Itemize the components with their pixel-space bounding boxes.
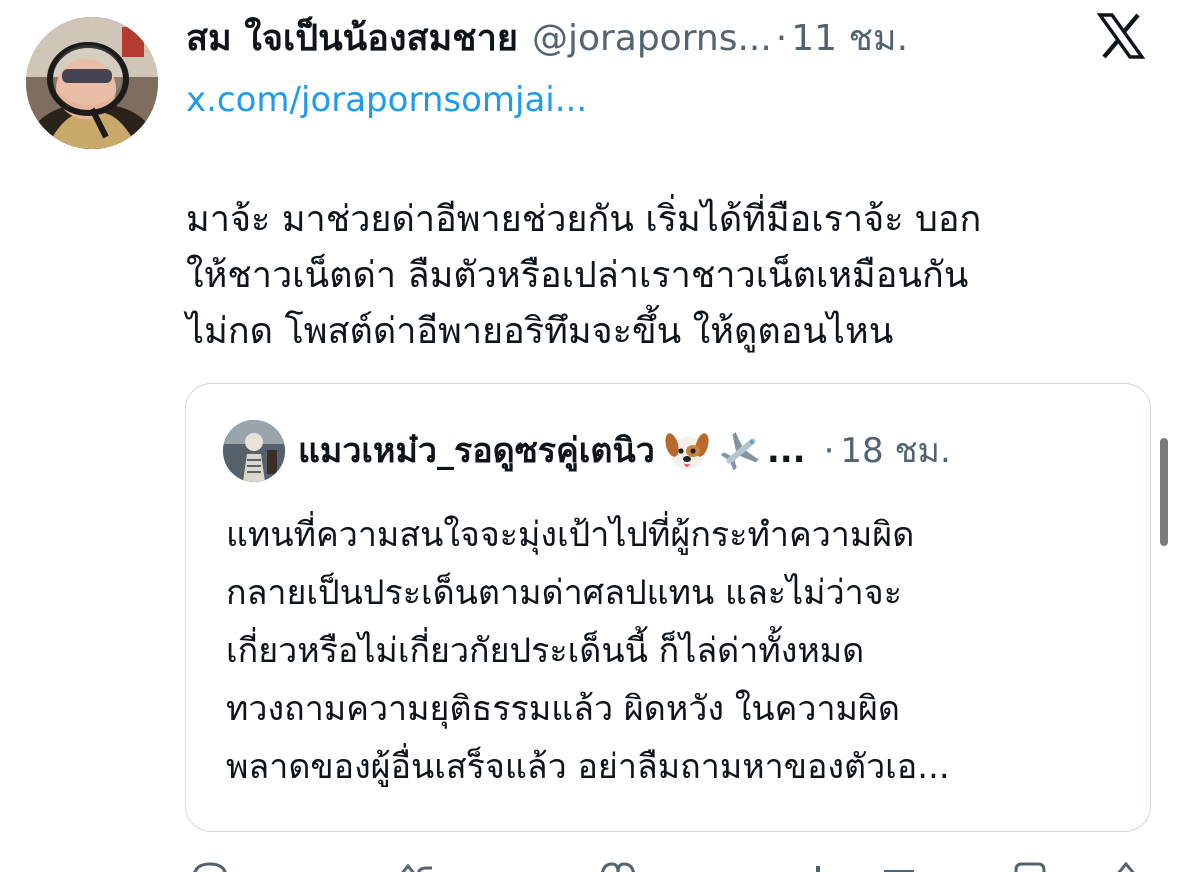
quoted-text-line: ทวงถามความยุติธรรมแล้ว ผิดหวัง ในความผิด [226, 689, 900, 729]
tweet-text-line: ให้ชาวเน็ตด่า ลืมตัวหรือเปล่าเราชาวเน็ตเ… [186, 255, 969, 296]
author-avatar[interactable] [26, 17, 158, 149]
quoted-author-display-name[interactable]: แมวเหม๋ว_รอดูซรคู่เตนิว [298, 426, 655, 476]
quoted-text-line: เกี่ยวหรือไม่เกี่ยวกัยประเด็นนี้ ก็ไล่ด่… [226, 631, 865, 671]
like-icon[interactable] [596, 856, 640, 872]
quoted-author-avatar[interactable] [223, 420, 285, 482]
quoted-tweet-time[interactable]: 18 ชม. [840, 426, 950, 476]
tweet-time[interactable]: 11 ชม. [791, 14, 908, 64]
profile-link[interactable]: x.com/jorapornsomjai... [186, 76, 587, 124]
retweet-icon[interactable] [392, 856, 436, 872]
tweet-header: สม ใจเป็นน้องสมชาย @joraporns... · 11 ชม… [186, 14, 908, 64]
x-logo-icon [1096, 12, 1146, 60]
views-icon[interactable] [812, 856, 932, 872]
tweet-text-line: ไม่กด โพสต์ด่าอีพายอริทึมจะขึ้น ให้ดูตอน… [186, 311, 894, 352]
bookmark-icon[interactable] [1008, 856, 1052, 872]
quoted-tweet-text: แทนที่ความสนใจจะมุ่งเป้าไปที่ผู้กระทำควา… [226, 506, 1126, 796]
tweet-action-bar [0, 852, 1179, 872]
reply-icon[interactable] [188, 856, 232, 872]
share-icon[interactable] [1106, 856, 1150, 872]
quoted-name-ellipsis: ... [766, 431, 806, 471]
tweet-text-line: มาจ้ะ มาช่วยด่าอีพายช่วยกัน เริ่มได้ที่ม… [186, 199, 982, 240]
author-display-name[interactable]: สม ใจเป็นน้องสมชาย [186, 14, 518, 64]
dog-face-emoji-icon [665, 429, 709, 473]
quoted-text-line: แทนที่ความสนใจจะมุ่งเป้าไปที่ผู้กระทำควา… [226, 515, 915, 555]
quoted-text-line: พลาดของผู้อื่นเสร็จแล้ว อย่าลืมถามหาของต… [226, 747, 950, 787]
quoted-tweet-card[interactable]: แมวเหม๋ว_รอดูซรคู่เตนิว ... · 18 ชม. แทน… [185, 383, 1151, 832]
separator-dot: · [775, 18, 788, 59]
author-handle[interactable]: @joraporns... [532, 14, 772, 64]
quoted-tweet-header: แมวเหม๋ว_รอดูซรคู่เตนิว ... · 18 ชม. [298, 426, 951, 476]
separator-dot: · [823, 431, 835, 471]
tweet-text: มาจ้ะ มาช่วยด่าอีพายช่วยกัน เริ่มได้ที่ม… [186, 192, 1146, 360]
scrollbar-thumb[interactable] [1160, 438, 1168, 546]
airplane-emoji-icon [719, 429, 763, 473]
quoted-text-line: กลายเป็นประเด็นตามด่าศลปแทน และไม่ว่าจะ [226, 573, 902, 613]
